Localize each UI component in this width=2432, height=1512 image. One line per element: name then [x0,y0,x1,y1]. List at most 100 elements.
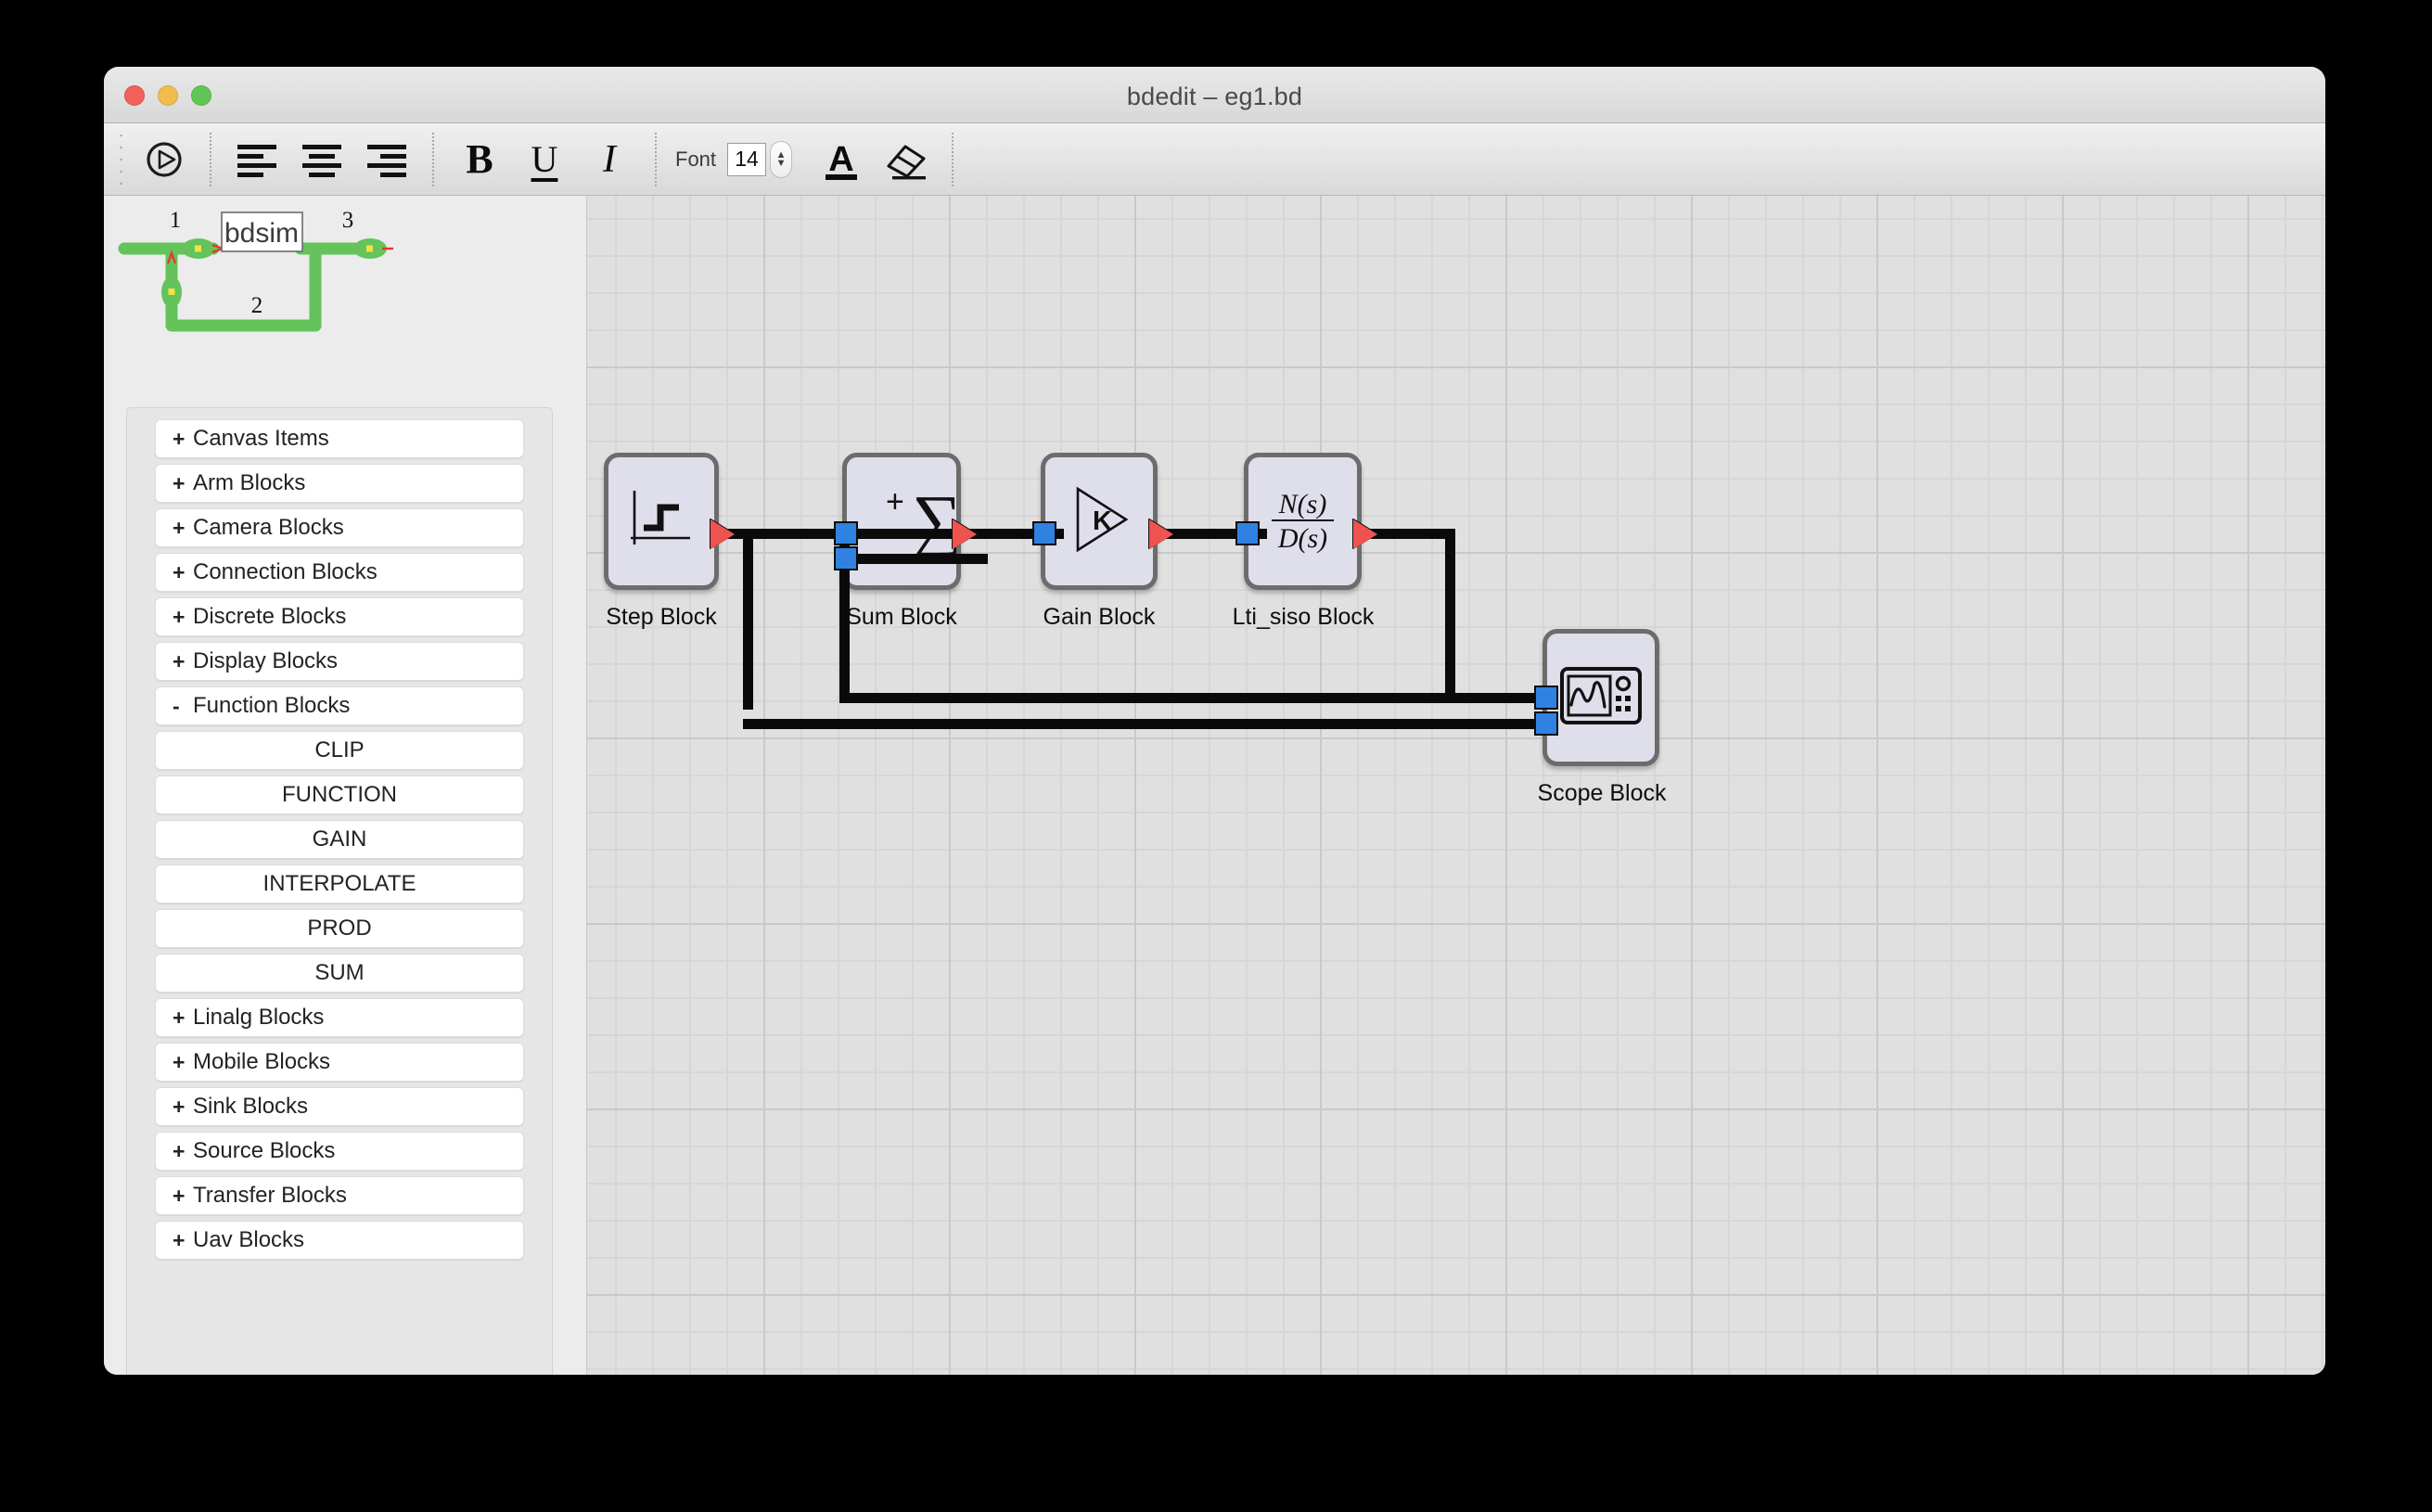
library-item-mobile-blocks[interactable]: + Mobile Blocks [155,1043,524,1082]
eraser-button[interactable] [874,131,939,188]
library-item-prod[interactable]: PROD [155,909,524,948]
block-sum-input-port-minus[interactable] [834,546,858,570]
font-size-stepper[interactable]: 14 ▲ ▼ [727,140,793,178]
wire-feedback-to-sum-h[interactable] [839,693,1447,703]
italic-button[interactable]: I [577,131,642,188]
toolbar-separator-1 [210,132,211,186]
align-center-button[interactable] [289,131,354,188]
font-size-input[interactable]: 14 [727,142,767,176]
library-item-connection-blocks[interactable]: + Connection Blocks [155,553,524,592]
expand-icon: + [173,1049,186,1074]
library-item-discrete-blocks[interactable]: + Discrete Blocks [155,597,524,636]
library-item-interpolate[interactable]: INTERPOLATE [155,865,524,903]
block-scope-input-port-1[interactable] [1534,686,1558,710]
block-sum-input-port-plus[interactable] [834,521,858,545]
library-item-label: Canvas Items [193,426,329,451]
svg-text:3: 3 [342,208,354,233]
underline-icon: U [531,138,558,180]
library-item-gain[interactable]: GAIN [155,820,524,859]
play-circle-icon [144,139,185,180]
block-sum-output-port[interactable] [953,519,977,549]
library-item-display-blocks[interactable]: + Display Blocks [155,642,524,681]
block-sum[interactable]: + − ∑ [842,453,962,590]
block-scope-input-port-2[interactable] [1534,711,1558,736]
expand-icon: + [173,426,186,451]
window-title: bdedit – eg1.bd [1126,83,1303,110]
library-item-label: INTERPOLATE [262,871,416,896]
sigma-icon: + − ∑ [867,477,962,567]
window-body: bdsim 1 2 3 + Canvas Items + Arm Blocks + Cam… [104,196,2325,1375]
block-lti-siso-input-port[interactable] [1235,521,1260,545]
wire-step-to-scope-h[interactable] [743,719,1546,729]
library-item-label: Source Blocks [193,1138,336,1163]
block-step[interactable] [604,453,719,590]
screen-root: bdedit – eg1.bd B U I Font 14 ▲ ▼ A bdsi… [0,0,2432,1512]
bold-button[interactable]: B [447,131,512,188]
block-gain-label: Gain Block [1043,604,1156,630]
block-library-list[interactable]: + Canvas Items + Arm Blocks + Camera Blocks + C… [126,407,553,1375]
library-item-label: Camera Blocks [193,515,344,540]
bold-icon: B [466,136,493,182]
library-item-transfer-blocks[interactable]: + Transfer Blocks [155,1176,524,1215]
library-item-linalg-blocks[interactable]: + Linalg Blocks [155,998,524,1037]
expand-icon: + [173,1138,186,1163]
library-item-source-blocks[interactable]: + Source Blocks [155,1132,524,1171]
block-gain-output-port[interactable] [1149,519,1173,549]
toolbar-separator-4 [952,132,954,186]
wire-step-to-scope-v[interactable] [743,529,753,710]
library-item-function[interactable]: FUNCTION [155,775,524,814]
library-item-label: CLIP [314,737,365,762]
block-lti-siso-output-port[interactable] [1353,519,1377,549]
align-left-button[interactable] [224,131,289,188]
sidebar: bdsim 1 2 3 + Canvas Items + Arm Blocks + Cam… [104,196,587,1375]
expand-icon: + [173,559,186,584]
toolbar-grip[interactable] [113,134,128,185]
library-item-label: Uav Blocks [193,1227,305,1252]
wire-sum-minus-stub[interactable] [839,554,988,564]
expand-icon: + [173,1094,186,1119]
expand-icon: + [173,515,186,540]
oscilloscope-icon [1559,666,1643,730]
library-item-label: Discrete Blocks [193,604,347,629]
block-sum-label: Sum Block [846,604,957,630]
wire-lti-to-scope-h2[interactable] [1445,693,1545,703]
align-left-icon [236,141,278,178]
block-step-output-port[interactable] [710,519,735,549]
collapse-icon: - [173,693,180,718]
align-right-button[interactable] [354,131,419,188]
svg-text:1: 1 [170,208,182,233]
block-scope[interactable] [1542,629,1659,766]
underline-button[interactable]: U [512,131,577,188]
library-item-sink-blocks[interactable]: + Sink Blocks [155,1087,524,1126]
diagram-canvas[interactable]: Step Block + − ∑ Sum Block [587,196,2325,1375]
font-color-button[interactable]: A [809,131,874,188]
svg-text:2: 2 [251,293,263,318]
library-item-camera-blocks[interactable]: + Camera Blocks [155,508,524,547]
library-item-arm-blocks[interactable]: + Arm Blocks [155,464,524,503]
library-item-clip[interactable]: CLIP [155,731,524,770]
toolbar: B U I Font 14 ▲ ▼ A [104,123,2325,196]
eraser-icon [883,138,929,181]
diagram-canvas-inner: Step Block + − ∑ Sum Block [587,196,2325,1375]
font-color-a-icon: A [820,137,863,182]
svg-text:K: K [1093,506,1112,536]
transfer-function-icon: N(s) D(s) [1271,490,1335,553]
block-gain[interactable]: K [1041,453,1158,590]
block-lti-siso[interactable]: N(s) D(s) [1244,453,1362,590]
library-item-function-blocks[interactable]: - Function Blocks [155,686,524,725]
block-gain-input-port[interactable] [1032,521,1056,545]
library-item-canvas-items[interactable]: + Canvas Items [155,419,524,458]
title-bar: bdedit – eg1.bd [104,67,2325,123]
font-size-arrows[interactable]: ▲ ▼ [770,140,793,178]
wire-lti-to-scope-h1[interactable] [1364,529,1455,539]
library-item-sum[interactable]: SUM [155,954,524,993]
library-item-label: Connection Blocks [193,559,378,584]
align-center-icon [301,141,343,178]
run-simulation-button[interactable] [132,131,197,188]
stepper-down-icon[interactable]: ▼ [776,158,787,168]
toolbar-separator-2 [432,132,434,186]
wire-lti-to-scope-v[interactable] [1445,529,1455,703]
library-item-uav-blocks[interactable]: + Uav Blocks [155,1221,524,1260]
svg-text:bdsim: bdsim [224,218,299,249]
block-step-label: Step Block [606,604,717,630]
